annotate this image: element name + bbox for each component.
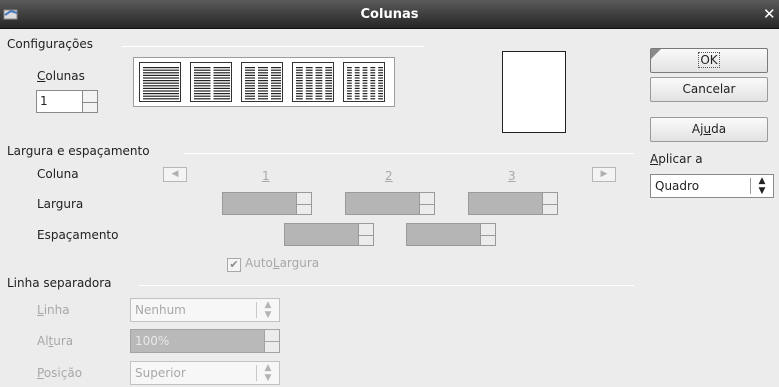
width-3-spin-buttons[interactable] — [542, 193, 557, 214]
window-title: Colunas — [360, 7, 419, 22]
column-number-1: 1 — [262, 169, 270, 183]
apply-to-select[interactable]: Quadro ▲ ▼ — [650, 174, 774, 198]
default-marker-icon — [651, 49, 661, 59]
width-spacing-divider — [184, 153, 634, 154]
column-preset-5[interactable] — [343, 62, 385, 102]
page-preview — [502, 51, 566, 133]
width-1-spin-buttons[interactable] — [296, 193, 311, 214]
checkmark-icon: ✔ — [229, 258, 239, 271]
column-label: Coluna — [37, 167, 79, 181]
columns-label: Colunas — [37, 69, 85, 83]
column-preset-3[interactable] — [241, 62, 283, 102]
width-label: Largura — [37, 197, 84, 211]
line-label: Linha — [37, 303, 70, 317]
combo-separator — [750, 178, 751, 194]
autowidth-checkbox[interactable]: ✔ — [227, 258, 241, 272]
cancel-button[interactable]: Cancelar — [650, 77, 768, 102]
spacing-2-spin-buttons[interactable] — [480, 224, 495, 245]
width-field-3[interactable] — [468, 192, 558, 215]
spacing-label: Espaçamento — [37, 228, 119, 242]
settings-divider — [122, 46, 424, 47]
arrow-right-icon: ▶ — [600, 169, 608, 179]
width-field-1[interactable] — [222, 192, 312, 215]
updown-arrow-icon: ▲ ▼ — [264, 300, 272, 320]
width-2-spin-buttons[interactable] — [419, 193, 434, 214]
updown-arrow-icon: ▲ ▼ — [758, 176, 766, 196]
width-spacing-header: Largura e espaçamento — [7, 144, 154, 158]
columns-spinner[interactable]: 1 — [36, 90, 98, 113]
next-column-button[interactable]: ▶ — [592, 167, 616, 182]
position-select[interactable]: Superior ▲ ▼ — [130, 361, 280, 385]
height-label: Altura — [37, 334, 74, 348]
position-label: Posição — [37, 366, 83, 380]
height-field[interactable]: 100% — [130, 329, 280, 353]
line-value: Nenhum — [135, 303, 186, 317]
separator-divider — [139, 285, 634, 286]
column-preset-4[interactable] — [292, 62, 334, 102]
combo-separator — [256, 302, 257, 318]
columns-value: 1 — [40, 94, 48, 108]
height-value: 100% — [135, 334, 170, 348]
separator-header: Linha separadora — [7, 276, 116, 290]
column-preset-1[interactable] — [139, 62, 181, 102]
apply-to-label: Aplicar a — [650, 152, 703, 166]
spacing-1-spin-buttons[interactable] — [358, 224, 373, 245]
columns-spin-buttons[interactable] — [82, 91, 97, 112]
height-spin-buttons[interactable] — [264, 330, 279, 352]
close-icon[interactable]: ✕ — [763, 4, 777, 24]
combo-separator — [256, 365, 257, 381]
prev-column-button[interactable]: ◀ — [163, 167, 187, 182]
autowidth-label: AutoLargura — [245, 256, 320, 270]
column-preset-2[interactable] — [190, 62, 232, 102]
column-number-3: 3 — [508, 169, 516, 183]
line-select[interactable]: Nenhum ▲ ▼ — [130, 298, 280, 322]
arrow-left-icon: ◀ — [171, 169, 179, 179]
app-icon — [3, 7, 19, 21]
width-field-2[interactable] — [345, 192, 435, 215]
position-value: Superior — [135, 366, 186, 380]
spacing-field-2[interactable] — [406, 223, 496, 246]
help-button[interactable]: Ajuda — [650, 117, 768, 142]
settings-header: Configurações — [7, 37, 97, 51]
apply-to-value: Quadro — [655, 179, 700, 193]
updown-arrow-icon: ▲ ▼ — [264, 363, 272, 383]
ok-button[interactable]: OK — [650, 48, 768, 73]
spacing-field-1[interactable] — [284, 223, 374, 246]
column-number-2: 2 — [385, 169, 393, 183]
